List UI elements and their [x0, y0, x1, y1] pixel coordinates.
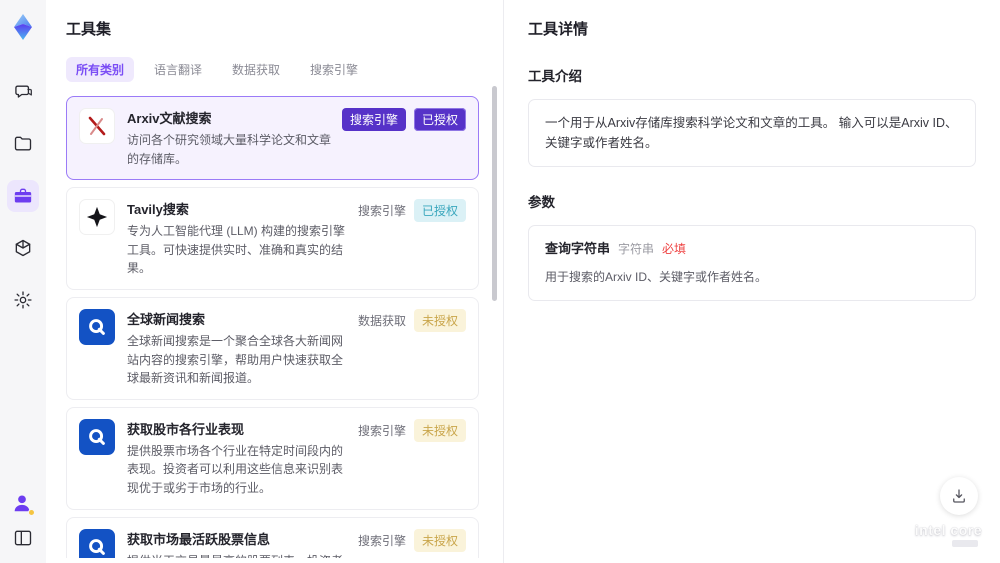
search-q-icon: [79, 308, 115, 345]
tab-data-fetch[interactable]: 数据获取: [222, 57, 290, 82]
status-badge: 已授权: [413, 108, 466, 131]
tool-title: Arxiv文献搜索: [127, 111, 212, 126]
category-label: 搜索引擎: [357, 533, 406, 548]
tool-card-active-stocks[interactable]: 获取市场最活跃股票信息 提供当天交易量最高的股票列表，投资者可以利用这些信息来识…: [66, 516, 479, 558]
tool-title: 全球新闻搜索: [127, 311, 206, 327]
list-scrollbar[interactable]: [492, 86, 497, 548]
tool-description: 提供股票市场各个行业在特定时间段内的表现。投资者可以利用这些信息来识别表现优于或…: [127, 443, 344, 495]
param-description: 用于搜索的Arxiv ID、关键字或作者姓名。: [545, 269, 768, 284]
tool-list-panel: 工具集 所有类别 语言翻译 数据获取 搜索引擎 Arxiv文献搜索 访问各个研究…: [46, 0, 504, 563]
params-heading: 参数: [528, 195, 555, 210]
tool-description: 访问各个研究领域大量科学论文和文章的存储库。: [127, 133, 332, 166]
category-badge: 搜索引擎: [341, 108, 406, 131]
user-avatar[interactable]: [11, 492, 35, 516]
category-label: 搜索引擎: [357, 423, 406, 438]
status-badge: 未授权: [413, 528, 466, 552]
search-q-icon: [79, 418, 115, 455]
tool-detail-panel: 工具详情 工具介绍 一个用于从Arxiv存储库搜索科学论文和文章的工具。 输入可…: [504, 0, 1000, 563]
download-button[interactable]: [940, 477, 978, 515]
search-q-icon: [79, 528, 115, 558]
status-badge: 已授权: [413, 199, 466, 223]
chat-icon[interactable]: [7, 76, 39, 108]
sidebar-rail: [0, 0, 46, 563]
tool-description: 提供当天交易量最高的股票列表，投资者可以利用这些信息来识别流动性强的股票和潜在的…: [127, 552, 348, 558]
category-tabs: 所有类别 语言翻译 数据获取 搜索引擎: [66, 57, 493, 82]
avatar-status-dot: [28, 509, 35, 516]
intel-core-logo: intel core: [915, 522, 982, 547]
gear-icon[interactable]: [7, 284, 39, 316]
param-type: 字符串: [618, 242, 655, 256]
tool-description: 全球新闻搜索是一个聚合全球各大新闻网站内容的搜索引擎，帮助用户快速获取全球最新资…: [127, 333, 344, 386]
category-label: 搜索引擎: [357, 204, 406, 219]
arxiv-logo-icon: [79, 108, 115, 144]
tab-search-engine[interactable]: 搜索引擎: [300, 57, 368, 82]
param-card: 查询字符串 字符串 必填 用于搜索的Arxiv ID、关键字或作者姓名。: [528, 225, 976, 301]
tool-description: 专为人工智能代理 (LLM) 构建的搜索引擎工具。可快速提供实时、准确和真实的结…: [127, 224, 346, 276]
intro-card: 一个用于从Arxiv存储库搜索科学论文和文章的工具。 输入可以是Arxiv ID…: [528, 99, 976, 167]
toolbox-icon[interactable]: [7, 180, 39, 212]
folder-icon[interactable]: [7, 128, 39, 160]
param-required-flag: 必填: [662, 242, 687, 256]
tool-title: 获取市场最活跃股票信息: [127, 531, 271, 547]
tool-title: 获取股市各行业表现: [127, 421, 245, 437]
tool-card-global-news[interactable]: 全球新闻搜索 全球新闻搜索是一个聚合全球各大新闻网站内容的搜索引擎，帮助用户快速…: [66, 296, 479, 400]
sidebar-bottom: [11, 492, 35, 553]
cube-icon[interactable]: [7, 232, 39, 264]
detail-title: 工具详情: [528, 21, 589, 38]
sidebar-nav: [7, 76, 39, 316]
param-name: 查询字符串: [545, 241, 611, 256]
intel-core-logo-text: intel core: [914, 522, 982, 538]
tab-language-translation[interactable]: 语言翻译: [144, 57, 212, 82]
tool-card-arxiv[interactable]: Arxiv文献搜索 访问各个研究领域大量科学论文和文章的存储库。 搜索引擎 已授…: [66, 96, 479, 181]
page-title: 工具集: [66, 21, 112, 38]
tool-card-tavily[interactable]: Tavily搜索 专为人工智能代理 (LLM) 构建的搜索引擎工具。可快速提供实…: [66, 187, 479, 290]
intro-heading: 工具介绍: [528, 69, 582, 84]
tool-title: Tavily搜索: [127, 202, 189, 218]
scrollbar-thumb[interactable]: [492, 86, 497, 301]
collapse-panel-icon[interactable]: [13, 528, 33, 553]
intel-ultra-mark: [952, 540, 978, 547]
app-logo-icon: [14, 14, 32, 40]
download-icon: [953, 489, 965, 503]
tavily-star-icon: [79, 199, 115, 236]
tool-card-stock-sectors[interactable]: 获取股市各行业表现 提供股票市场各个行业在特定时间段内的表现。投资者可以利用这些…: [66, 406, 479, 510]
app-window: 工具集 所有类别 语言翻译 数据获取 搜索引擎 Arxiv文献搜索 访问各个研究…: [0, 0, 1000, 563]
status-badge: 未授权: [413, 418, 466, 442]
tab-all-categories[interactable]: 所有类别: [66, 57, 135, 82]
category-label: 数据获取: [357, 313, 406, 328]
tool-card-list: Arxiv文献搜索 访问各个研究领域大量科学论文和文章的存储库。 搜索引擎 已授…: [66, 96, 493, 558]
status-badge: 未授权: [413, 308, 466, 332]
